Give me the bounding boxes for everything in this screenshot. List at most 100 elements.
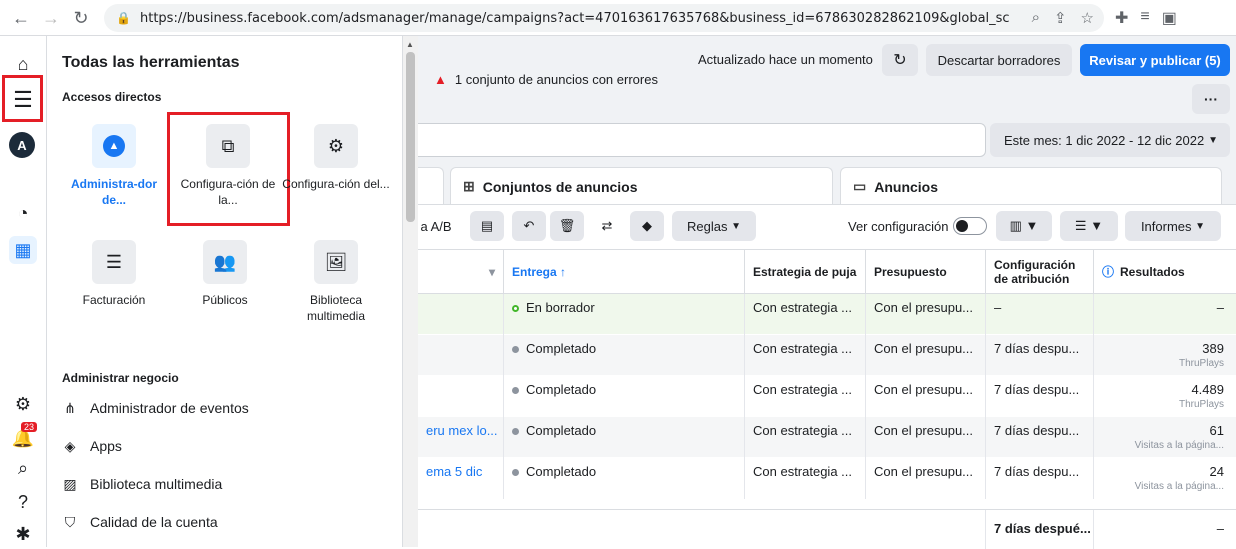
tile-billing[interactable]: ☰ Facturación	[59, 240, 169, 308]
row-name[interactable]	[418, 335, 503, 376]
result-value: –	[1216, 300, 1224, 315]
caret-down-icon: ▼	[1208, 134, 1218, 146]
columns-dropdown[interactable]: ▥ ▼	[996, 211, 1052, 241]
undo-icon[interactable]: ↶	[512, 211, 546, 241]
home-icon[interactable]: ⌂	[9, 50, 37, 78]
shield-icon: ⛉	[64, 514, 76, 530]
help-icon[interactable]: ?	[9, 488, 37, 516]
row-name[interactable]: eru mex lo...	[418, 417, 503, 458]
row-name[interactable]	[418, 376, 503, 417]
info-icon: ⓘ	[1102, 265, 1115, 279]
menu-media-library[interactable]: ▨ Biblioteca multimedia	[62, 476, 222, 492]
swap-icon[interactable]: ⇄	[590, 211, 624, 241]
col-results[interactable]: ⓘ Resultados	[1093, 250, 1236, 294]
forward-icon[interactable]: →	[36, 3, 66, 33]
tile-audiences[interactable]: 👥 Públicos	[170, 240, 280, 308]
row-bid: Con estrategia ...	[744, 335, 865, 376]
col-delivery[interactable]: Entrega ↑	[503, 250, 743, 294]
reports-label: Informes	[1140, 218, 1192, 234]
updated-status: Actualizado hace un momento	[698, 52, 873, 67]
date-range-label: Este mes: 1 dic 2022 - 12 dic 2022	[1004, 132, 1205, 148]
tag-icon[interactable]: ◆	[630, 211, 664, 241]
row-budget: Con el presupu...	[865, 294, 985, 335]
tab-campaigns[interactable]	[418, 167, 444, 205]
date-range-picker[interactable]: Este mes: 1 dic 2022 - 12 dic 2022 ▼	[990, 123, 1230, 157]
scroll-thumb[interactable]	[406, 52, 415, 222]
col-attribution[interactable]: Configuración de atribución	[985, 250, 1092, 294]
search-icon[interactable]: ⌕	[9, 454, 37, 482]
tile-settings-del[interactable]: ⚙ Configura-ción del...	[281, 124, 391, 192]
dashboard-icon[interactable]: ◔	[9, 199, 37, 227]
row-delivery: Completado	[503, 376, 744, 417]
name-sort-icon[interactable]: ▾	[418, 250, 503, 294]
row-attribution: 7 días despu...	[985, 335, 1093, 376]
result-sub: Visitas a la página...	[1134, 440, 1224, 451]
table-row[interactable]: Completado Con estrategia ... Con el pre…	[418, 376, 1236, 417]
all-tools-panel: Todas las herramientas Accesos directos …	[47, 36, 403, 547]
caret-down-icon: ▼	[731, 220, 741, 232]
discard-drafts-button[interactable]: Descartar borradores	[926, 44, 1072, 76]
tab-adsets[interactable]: ⊞ Conjuntos de anuncios	[450, 167, 833, 205]
back-icon[interactable]: ←	[6, 3, 36, 33]
result-sub: ThruPlays	[1178, 399, 1224, 410]
panel-title: Todas las herramientas	[62, 54, 240, 71]
gear-icon: ⚙	[314, 124, 358, 168]
columns-icon: ▥ ▼	[1009, 218, 1039, 233]
col-bid-strategy[interactable]: Estrategia de puja	[744, 250, 864, 294]
rules-label: Reglas	[687, 218, 728, 234]
ads-manager-icon: ▲	[92, 124, 136, 168]
reload-icon[interactable]: ↻	[66, 3, 96, 33]
review-publish-button[interactable]: Revisar y publicar (5)	[1080, 44, 1230, 76]
error-message[interactable]: ▲ 1 conjunto de anuncios con errores	[434, 72, 658, 87]
table-row[interactable]: Completado Con estrategia ... Con el pre…	[418, 335, 1236, 376]
menu-apps[interactable]: ◈ Apps	[62, 438, 122, 454]
error-text: 1 conjunto de anuncios con errores	[454, 72, 658, 87]
delivery-text: Completado	[526, 423, 597, 438]
tab-ads[interactable]: ▭ Anuncios	[840, 167, 1222, 205]
result-value: 389	[1202, 341, 1224, 356]
row-result: –	[1093, 294, 1236, 335]
scroll-up-icon[interactable]: ▲	[406, 40, 414, 49]
row-attribution: 7 días despu...	[985, 417, 1093, 458]
share-icon[interactable]: ⇪	[1054, 9, 1067, 27]
main-area: Actualizado hace un momento ↻ Descartar …	[418, 36, 1236, 549]
reports-dropdown[interactable]: Informes ▼	[1125, 211, 1221, 241]
more-button[interactable]: ···	[1192, 84, 1230, 114]
menu-events-manager[interactable]: ⋔ Administrador de eventos	[62, 400, 249, 416]
star-icon[interactable]: ☆	[1081, 9, 1094, 27]
row-name[interactable]: ema 5 dic	[418, 458, 503, 499]
panel-scrollbar[interactable]: ▲	[403, 36, 418, 547]
extensions-icon[interactable]: ✚	[1115, 8, 1128, 28]
table-row[interactable]: En borrador Con estrategia ... Con el pr…	[418, 294, 1236, 335]
table-row[interactable]: ema 5 dic Completado Con estrategia ... …	[418, 458, 1236, 499]
table-row[interactable]: eru mex lo... Completado Con estrategia …	[418, 417, 1236, 458]
campaigns-table-icon[interactable]: ▦	[9, 236, 37, 264]
config-toggle[interactable]	[953, 217, 987, 235]
row-result: 61 Visitas a la página...	[1093, 417, 1236, 458]
footer-attribution: 7 días despué...	[985, 510, 1092, 549]
address-bar[interactable]: 🔒 https://business.facebook.com/adsmanag…	[104, 4, 1104, 32]
ab-test-button[interactable]: a A/B	[418, 211, 454, 241]
col-results-label: Resultados	[1120, 265, 1185, 279]
delivery-text: En borrador	[526, 300, 595, 315]
row-name[interactable]	[418, 294, 503, 335]
tile-ads-manager[interactable]: ▲ Administra-dor de...	[59, 124, 169, 208]
sidepanel-icon[interactable]: ▣	[1162, 8, 1177, 28]
refresh-button[interactable]: ↻	[882, 44, 918, 76]
notification-badge: 23	[21, 422, 38, 432]
rules-dropdown[interactable]: Reglas ▼	[672, 211, 756, 241]
audiences-icon: 👥	[203, 240, 247, 284]
media-icon[interactable]: ≡	[1140, 8, 1149, 28]
col-budget[interactable]: Presupuesto	[865, 250, 985, 294]
zoom-icon[interactable]: ⌕	[1032, 9, 1040, 27]
tile-media-library[interactable]: 🖼 Biblioteca multimedia	[281, 240, 391, 324]
menu-account-quality[interactable]: ⛉ Calidad de la cuenta	[62, 514, 218, 530]
settings-icon[interactable]: ⚙	[9, 390, 37, 418]
clipboard-icon[interactable]: ▤	[470, 211, 504, 241]
account-avatar[interactable]: A	[9, 132, 35, 158]
bug-icon[interactable]: ✱	[9, 520, 37, 548]
search-input[interactable]	[418, 123, 986, 157]
trash-icon[interactable]: 🗑	[550, 211, 584, 241]
breakdown-dropdown[interactable]: ☰ ▼	[1060, 211, 1118, 241]
row-delivery: Completado	[503, 335, 744, 376]
